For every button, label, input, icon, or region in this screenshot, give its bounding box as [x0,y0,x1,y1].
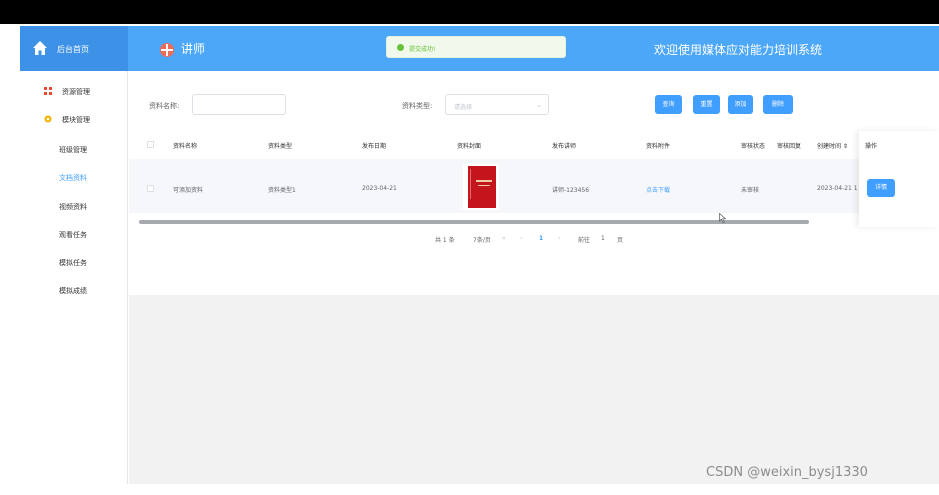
sidebar-item-class[interactable]: 班级管理 [59,145,87,155]
top-black-bar [0,0,939,24]
row-checkbox[interactable] [147,185,154,192]
header-reply: 审核回复 [777,143,802,150]
table-row[interactable]: 可添加资料 资料类型1 2023-04-21 讲师-123456 点击下载 未审… [129,159,939,213]
sidebar-item-videos[interactable]: 视频资料 [59,202,87,212]
header-type: 资料类型 [268,143,293,150]
grid-icon [44,87,52,95]
role-label: 讲师 [159,40,205,58]
pager-goto-label: 前往 [578,237,591,244]
welcome-title: 欢迎使用媒体应对能力培训系统 [654,43,823,57]
sidebar-item-sim-scores[interactable]: 模拟成绩 [59,286,87,296]
reset-button[interactable]: 重置 [693,95,720,114]
name-filter-input[interactable] [192,94,286,115]
delete-button[interactable]: 删除 [763,95,793,114]
pager-total: 共 1 条 [435,237,455,244]
row-cover-image[interactable] [463,164,499,210]
header-attachment: 资料附件 [646,143,671,150]
module-icon [44,115,52,123]
header-cover: 资料封面 [457,143,482,150]
type-filter-label: 资料类型: [402,102,433,110]
select-all-checkbox[interactable] [147,141,154,148]
success-icon [397,44,404,51]
horizontal-scrollbar[interactable] [139,220,809,224]
row-name: 可添加资料 [173,187,204,194]
header-name: 资料名称 [173,143,198,150]
pager-size-select[interactable]: 7条/页 [473,235,491,244]
sidebar-item-watch-tasks[interactable]: 观看任务 [59,230,87,240]
header-created[interactable]: 创建时间 ⇕ [817,141,848,150]
row-download-link[interactable]: 点击下载 [646,185,670,194]
type-filter-placeholder: 请选择 [454,104,473,111]
content-panel: 资料名称: 资料类型: 请选择 ⌄ 查询 重置 添加 删除 资料名称 资料类型 … [129,71,939,295]
detail-button[interactable]: 详情 [867,179,895,197]
sidebar-group-label: 模块管理 [62,116,90,124]
pager-prev-icon[interactable]: ‹ [520,235,522,242]
header-date: 发布日期 [362,143,387,150]
row-type: 资料类型1 [268,187,296,194]
book-cover-icon [468,166,496,208]
sidebar-group-resources[interactable]: 资源管理 [20,81,128,103]
pager-goto-input[interactable]: 1 [601,235,605,242]
pager-current-page[interactable]: 1 [539,235,543,242]
sidebar-item-documents[interactable]: 文档资料 [59,173,87,183]
row-created: 2023-04-21 1 [817,185,858,192]
home-label: 后台首页 [57,45,89,54]
row-date: 2023-04-21 [362,185,397,192]
role-text: 讲师 [180,42,205,56]
app-header: 后台首页 讲师 提交成功! 欢迎使用媒体应对能力培训系统 [20,26,939,71]
sidebar: 资源管理 模块管理 班级管理 文档资料 视频资料 观看任务 模拟任务 模拟成绩 [20,71,128,484]
home-icon [33,41,47,55]
pager-page-suffix: 页 [617,237,624,244]
teacher-icon [160,42,174,57]
add-button[interactable]: 添加 [728,95,753,114]
sidebar-item-sim-tasks[interactable]: 模拟任务 [59,258,87,268]
name-filter-label: 资料名称: [149,102,180,110]
sidebar-group-label: 资源管理 [62,88,90,96]
row-status: 未审核 [741,187,760,194]
header-teacher: 发布讲师 [552,143,577,150]
main-area: 资料名称: 资料类型: 请选择 ⌄ 查询 重置 添加 删除 资料名称 资料类型 … [129,71,939,484]
search-button[interactable]: 查询 [655,95,682,114]
watermark: CSDN @weixin_bysj1330 [706,465,868,480]
pager-first-icon[interactable]: « [502,235,506,242]
pager-next-icon[interactable]: › [558,235,560,242]
home-link[interactable]: 后台首页 [20,26,128,71]
chevron-down-icon: ⌄ [536,101,542,109]
type-filter-select[interactable]: 请选择 ⌄ [445,94,549,115]
row-teacher: 讲师-123456 [552,187,590,194]
success-toast: 提交成功! [386,36,566,58]
fixed-action-column: 操作 详情 [859,131,939,227]
mouse-cursor-icon [719,213,727,223]
toast-text: 提交成功! [409,46,436,53]
sidebar-group-modules[interactable]: 模块管理 [20,109,128,131]
header-status: 审核状态 [741,143,766,150]
header-operation: 操作 [865,143,878,150]
